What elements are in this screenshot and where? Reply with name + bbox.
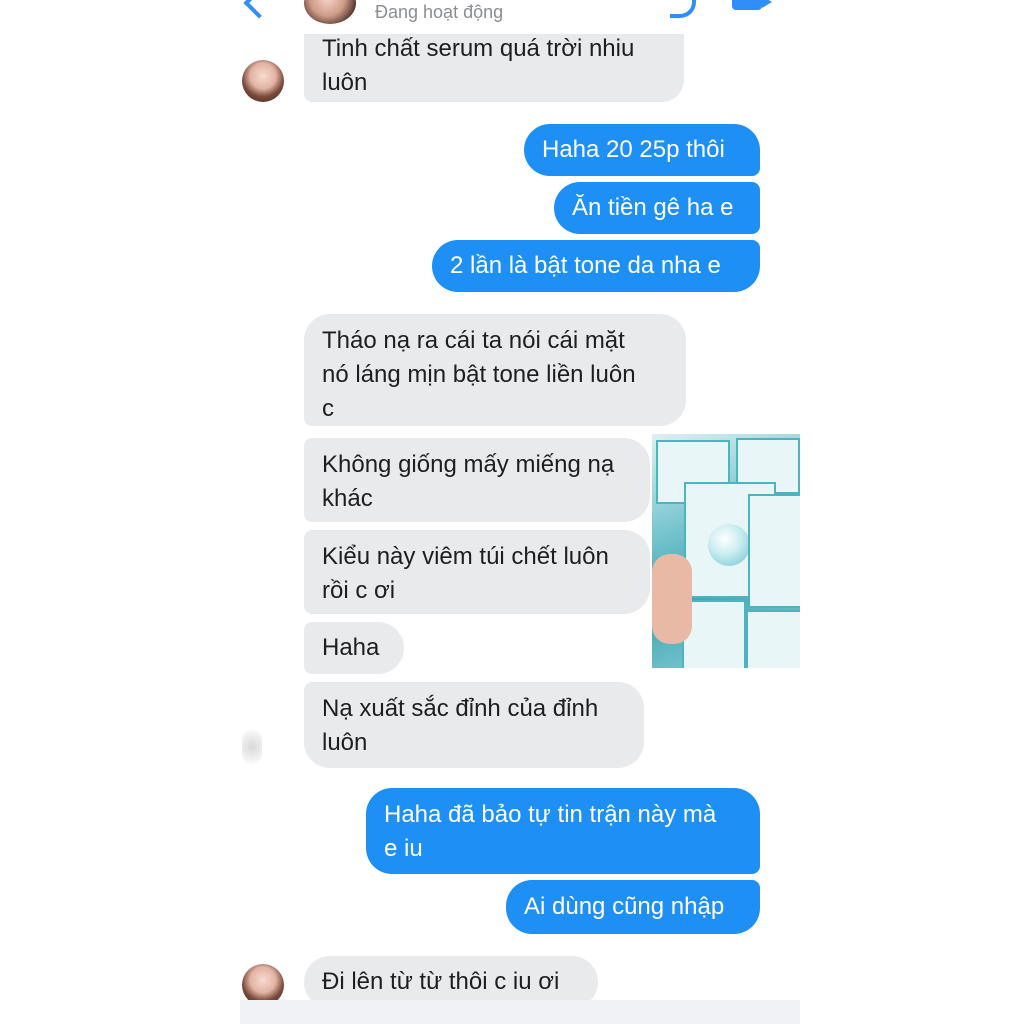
product-box <box>746 610 800 668</box>
message-line: Kiểu này viêm túi chết luôn <box>322 543 609 570</box>
message-line: luôn <box>322 69 368 96</box>
message-line: Ai dùng cũng nhập <box>524 893 725 920</box>
message-line: Ăn tiền gê ha e <box>572 194 734 221</box>
message-bubble-incoming[interactable]: Haha <box>304 622 404 674</box>
chat-header: Đang hoạt động <box>240 0 800 34</box>
message-line: Haha đã bảo tự tin trận này mà <box>384 801 717 828</box>
message-bubble-outgoing[interactable]: Ăn tiền gê ha e <box>554 182 760 234</box>
sender-avatar[interactable] <box>242 60 284 102</box>
message-bubble-incoming[interactable]: Nạ xuất sắc đỉnh của đỉnh luôn <box>304 682 644 768</box>
product-photo[interactable] <box>652 434 800 668</box>
message-bubble-incoming[interactable]: Tinh chất serum quá trời nhiu luôn <box>304 30 684 102</box>
phone-call-icon[interactable] <box>670 0 696 18</box>
message-bubble-outgoing[interactable]: Haha 20 25p thôi <box>524 124 760 176</box>
contact-avatar[interactable] <box>304 0 356 24</box>
video-call-icon[interactable] <box>732 0 762 10</box>
active-status: Đang hoạt động <box>375 2 504 22</box>
message-line: 2 lần là bật tone da nha e <box>450 252 721 279</box>
message-line: Tháo nạ ra cái ta nói cái mặt <box>322 327 625 354</box>
message-line: nó láng mịn bật tone liền luôn <box>322 361 636 388</box>
message-bubble-incoming[interactable]: Tháo nạ ra cái ta nói cái mặt nó láng mị… <box>304 314 686 426</box>
message-bubble-outgoing[interactable]: Haha đã bảo tự tin trận này mà e iu <box>366 788 760 874</box>
message-bubble-outgoing[interactable]: Ai dùng cũng nhập <box>506 880 760 934</box>
message-line: Nạ xuất sắc đỉnh của đỉnh <box>322 695 599 722</box>
message-bubble-outgoing[interactable]: 2 lần là bật tone da nha e <box>432 240 760 292</box>
product-box <box>748 494 800 608</box>
message-bubble-incoming[interactable]: Không giống mấy miếng nạ khác <box>304 438 650 522</box>
message-line: Tinh chất serum quá trời nhiu <box>322 35 635 62</box>
message-line: Haha 20 25p thôi <box>542 136 725 163</box>
message-line: rồi c ơi <box>322 577 396 604</box>
message-line: Không giống mấy miếng nạ <box>322 451 615 478</box>
message-line: khác <box>322 485 373 512</box>
message-line: Haha <box>322 634 380 661</box>
message-line: luôn <box>322 729 368 756</box>
message-line: e iu <box>384 835 423 862</box>
message-bubble-incoming[interactable]: Kiểu này viêm túi chết luôn rồi c ơi <box>304 530 650 614</box>
message-line: c <box>322 395 334 422</box>
sender-avatar[interactable] <box>242 730 262 764</box>
back-arrow-icon[interactable] <box>243 0 275 19</box>
hand-shape <box>652 554 692 644</box>
composer-bar <box>240 1000 800 1024</box>
chat-screen: Đang hoạt động Tinh chất serum quá trời … <box>240 0 800 1024</box>
